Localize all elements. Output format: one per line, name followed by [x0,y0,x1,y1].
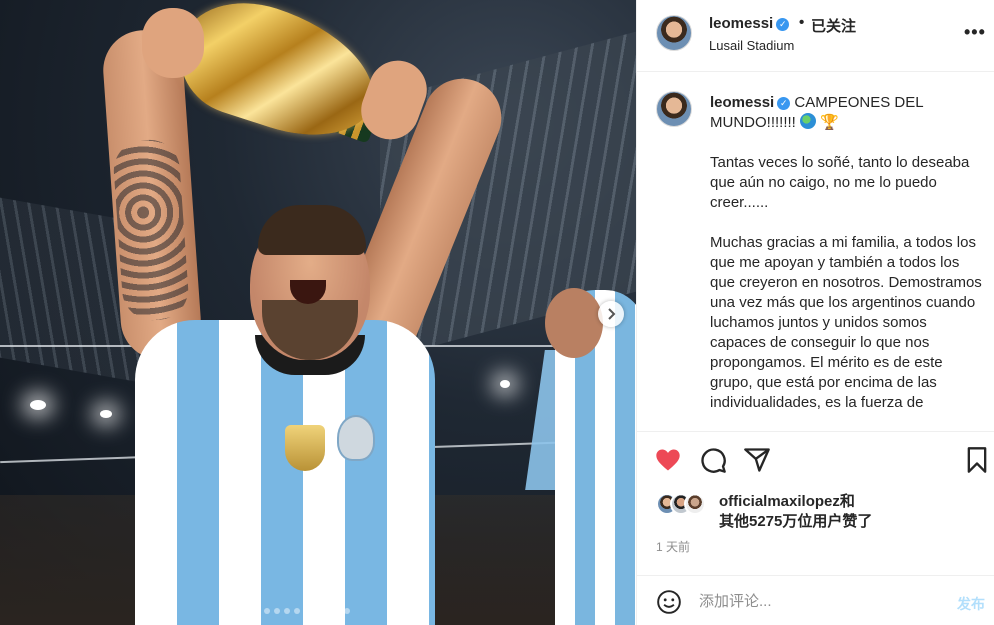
tattoo [111,137,191,323]
likes-count[interactable]: 其他5275万位用户赞了 [719,512,872,532]
post-side-panel: leomessi ✓ • 已关注 Lusail Stadium ••• leome… [636,0,994,625]
follow-status-button[interactable]: 已关注 [811,15,856,36]
avatar [684,493,706,515]
header-separator: • [799,14,805,31]
smiley-icon[interactable] [656,589,682,615]
post-timestamp[interactable]: 1 天前 [656,538,690,555]
afa-crest [337,415,375,461]
carousel-dot [294,608,300,614]
likes-text[interactable]: officialmaxilopez和 其他5275万位用户赞了 [719,492,872,532]
trophy-icon: 🏆 [820,114,839,131]
liked-by-avatars[interactable] [656,493,716,517]
chevron-right-icon [608,308,616,320]
likes-summary: officialmaxilopez和 其他5275万位用户赞了 [656,490,986,534]
author-username-text[interactable]: leomessi [709,15,773,32]
author-username[interactable]: leomessi ✓ [709,15,790,32]
verified-badge-icon: ✓ [777,97,791,110]
share-icon[interactable] [743,446,771,474]
carousel-dot [274,608,280,614]
liked-by-username[interactable]: officialmaxilopez和 [719,492,872,512]
location-link[interactable]: Lusail Stadium [709,38,794,53]
hand-left [142,8,204,78]
avatar[interactable] [656,91,692,127]
carousel-dot [264,608,270,614]
caption-text: leomessi ✓ CAMPEONES DEL MUNDO!!!!!!! 🏆 T… [710,93,982,431]
more-options-icon[interactable]: ••• [964,22,986,43]
caption-paragraph: Tantas veces lo soñé, tanto lo deseaba q… [710,154,970,211]
globe-icon [800,113,817,129]
bookmark-icon[interactable] [963,446,991,474]
avatar[interactable] [656,15,692,51]
carousel-dot [334,608,340,614]
player-hair [258,205,366,255]
carousel-dot [284,608,290,614]
action-bar [637,431,994,491]
caption-paragraph: Muchas gracias a mi familia, a todos los… [710,234,982,411]
like-heart-icon[interactable] [654,446,682,474]
post-comment-button[interactable]: 发布 [957,594,985,614]
comment-icon[interactable] [699,446,727,474]
post-photo[interactable] [0,0,636,625]
comment-input[interactable] [699,590,939,612]
verified-badge-icon: ✓ [776,18,790,31]
carousel-dot [324,608,330,614]
carousel-dot [304,608,310,614]
player-background-head [545,288,603,358]
carousel-dot [254,608,260,614]
carousel-dot [344,608,350,614]
post-header: leomessi ✓ • 已关注 Lusail Stadium ••• [637,0,994,72]
caption-area: leomessi ✓ CAMPEONES DEL MUNDO!!!!!!! 🏆 T… [637,73,994,431]
carousel-dots [254,608,350,614]
stadium-light [500,380,510,388]
champions-badge [285,425,325,471]
carousel-dot [314,608,320,614]
stadium-light [100,410,112,418]
caption-username[interactable]: leomessi [710,94,774,111]
carousel-next-button[interactable] [598,301,624,327]
comment-bar: 发布 [637,575,994,625]
stadium-light [30,400,46,410]
